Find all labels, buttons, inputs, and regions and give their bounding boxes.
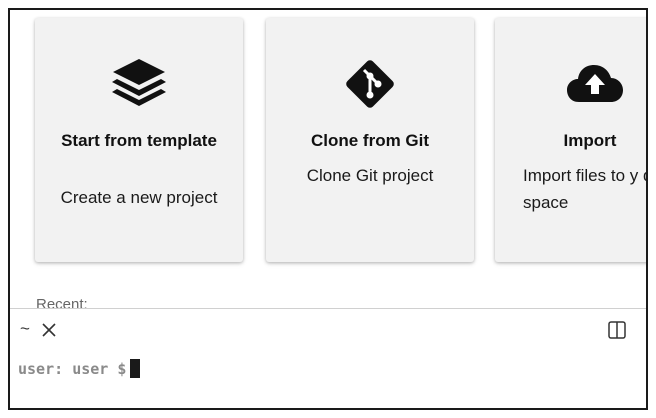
prompt-path: user: [72, 360, 109, 378]
close-icon[interactable]: [42, 323, 56, 337]
card-description: Import files to y dev space: [523, 166, 646, 212]
start-page: Start from template Create a new project…: [10, 10, 646, 310]
terminal-header: ~: [10, 309, 646, 349]
import-card[interactable]: Import Import files to y dev space: [495, 18, 646, 262]
split-terminal-icon[interactable]: [608, 321, 626, 339]
start-from-template-card[interactable]: Start from template Create a new project: [35, 18, 243, 262]
card-title: Clone from Git: [310, 131, 430, 150]
prompt-symbol: $: [117, 360, 127, 378]
card-title: Start from template: [61, 131, 217, 150]
card-title: Import: [563, 131, 617, 150]
terminal-panel[interactable]: ~ user: user $: [10, 308, 646, 408]
git-icon: [266, 58, 474, 110]
cloud-upload-icon: [495, 58, 646, 110]
terminal-prompt[interactable]: user: user $: [18, 357, 141, 381]
card-description: Create a new project: [60, 188, 218, 207]
terminal-cursor: [130, 359, 141, 378]
layers-icon: [35, 58, 243, 110]
clone-from-git-card[interactable]: Clone from Git Clone Git project: [266, 18, 474, 262]
terminal-tab-label[interactable]: ~: [20, 319, 30, 339]
card-description: Clone Git project: [306, 166, 434, 185]
window-frame: Start from template Create a new project…: [8, 8, 648, 410]
prompt-user: user:: [18, 360, 64, 378]
